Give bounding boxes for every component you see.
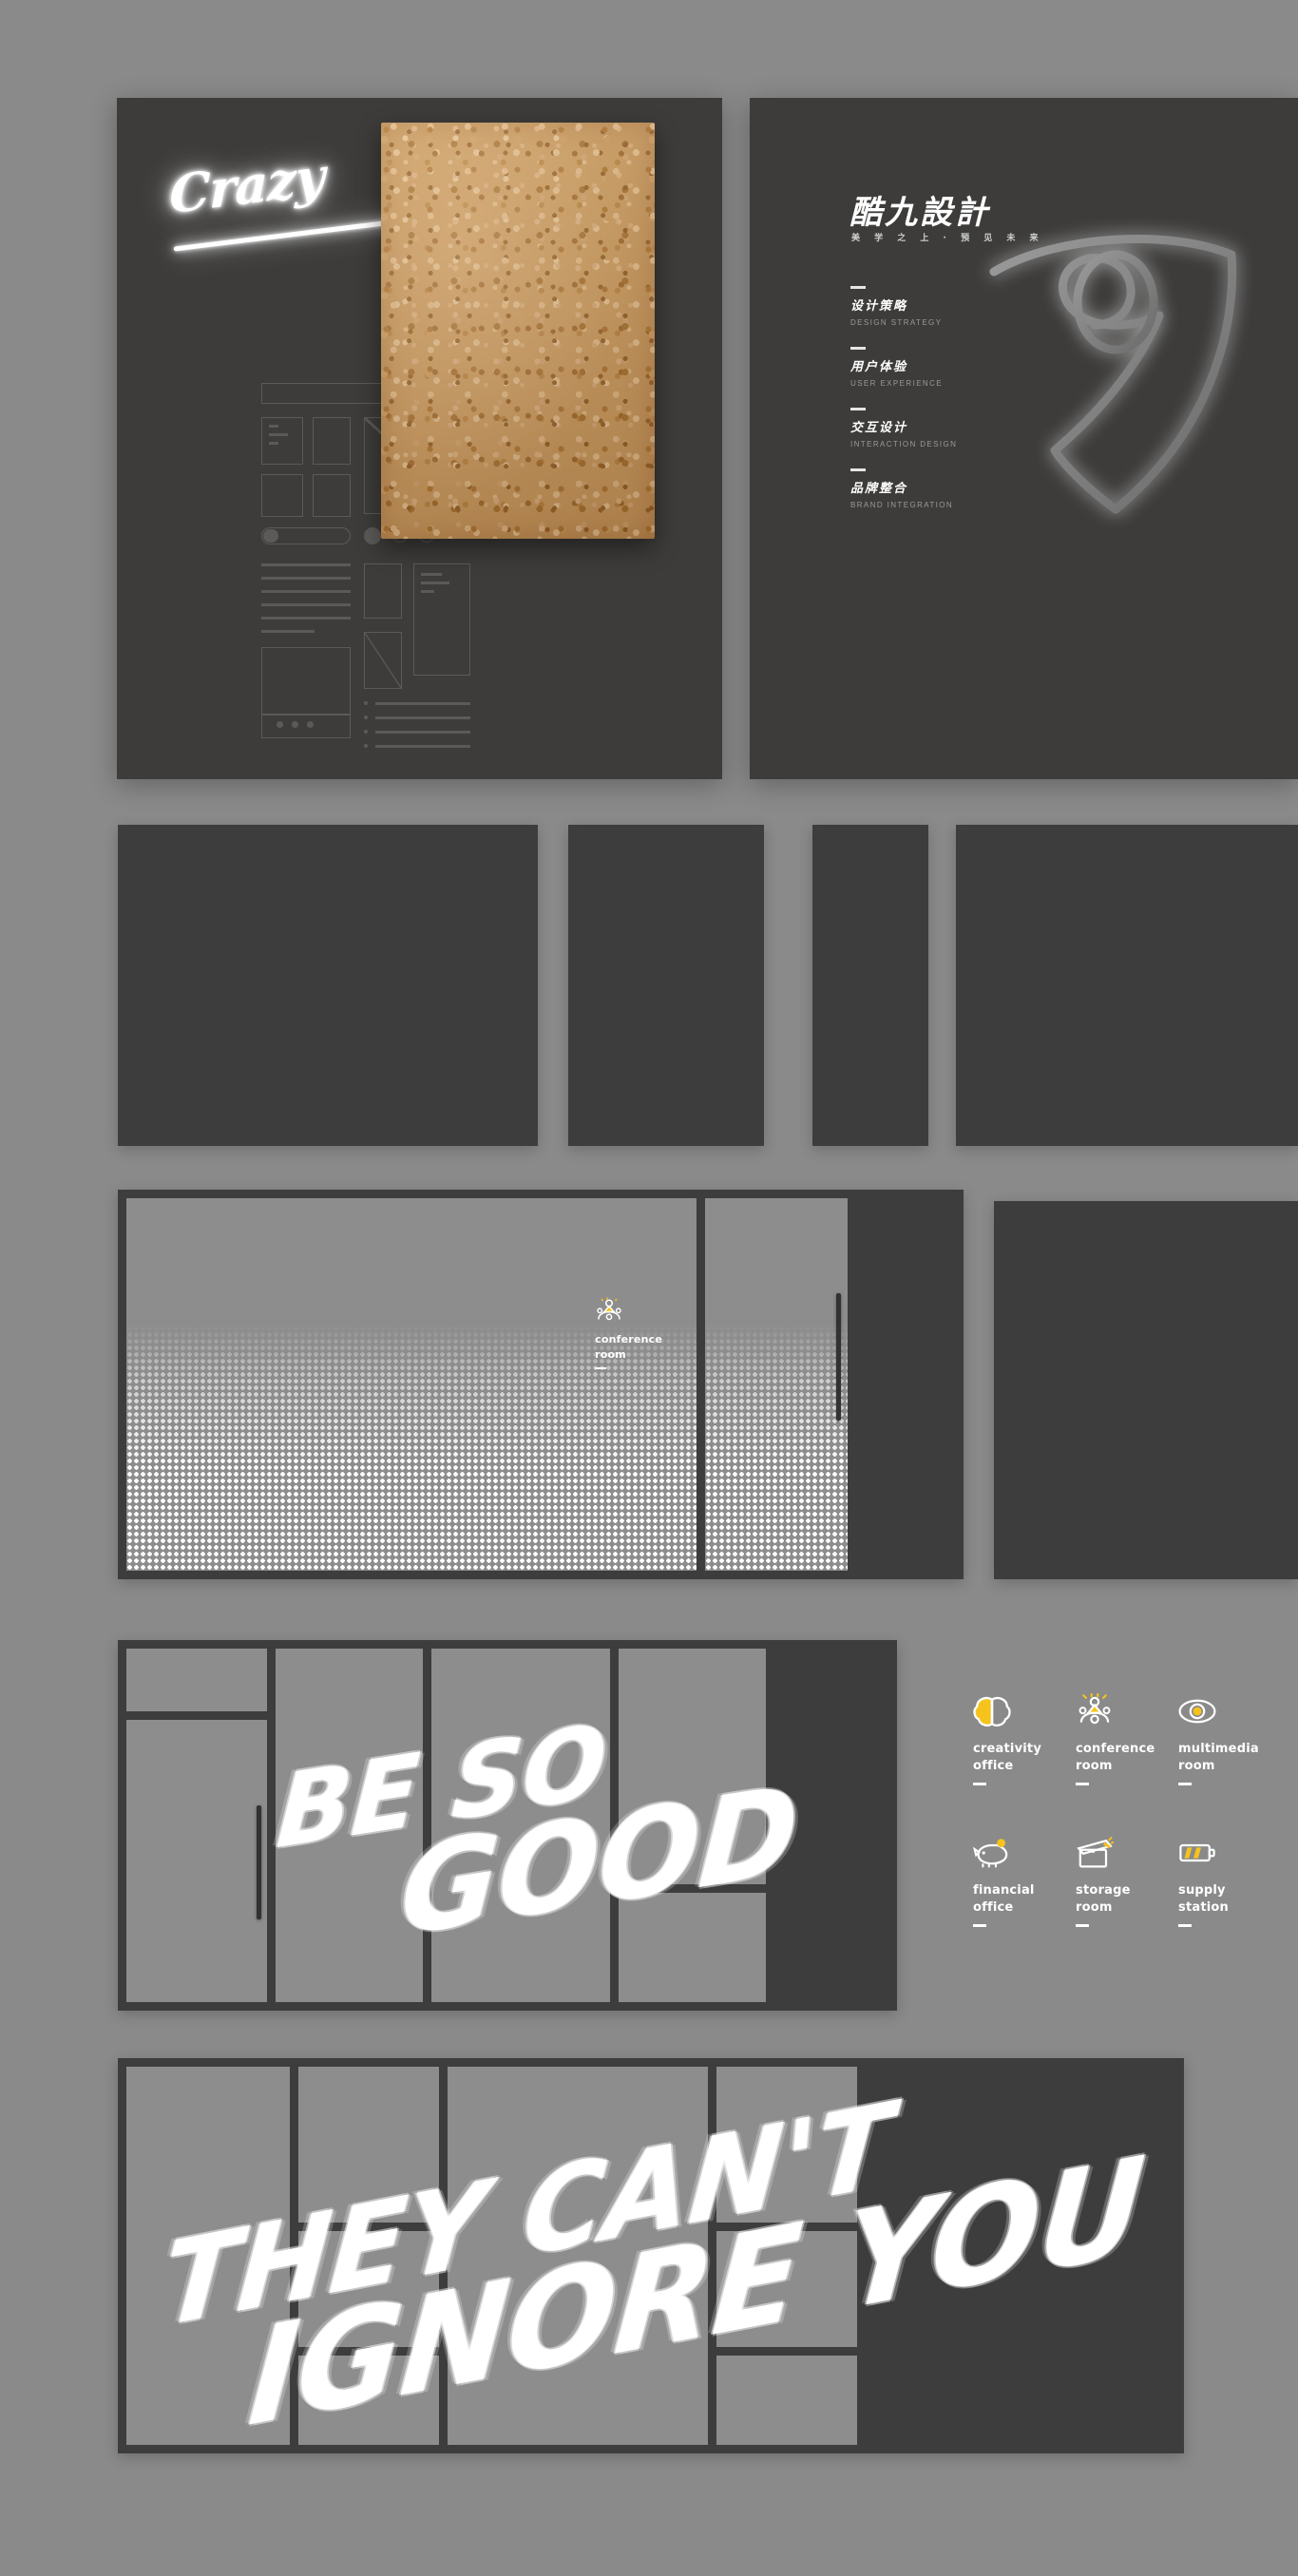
service-label-en: BRAND INTEGRATION [850, 500, 954, 509]
legend-item-creativity-office: creativity office [973, 1693, 1062, 1786]
neon-underline-swash [173, 219, 401, 252]
door-handle[interactable] [257, 1805, 261, 1919]
glass-pane [298, 2067, 439, 2223]
service-label-cn: 交互设计 [850, 420, 908, 435]
brand-title-cn: 酷九設計 [849, 194, 990, 232]
legend-item-financial-office: financial office [973, 1835, 1062, 1928]
glass-pane [448, 2067, 708, 2445]
door-handle[interactable] [836, 1293, 841, 1421]
poster-row: Crazy 酷九設計 美 学 之 上 · 預 见 未 来 设计策略 DESIGN… [0, 0, 1298, 798]
neon-word: Crazy [169, 144, 325, 226]
partition-multimedia[interactable]: multimedia room [118, 825, 538, 1146]
partition-single-door[interactable] [812, 825, 928, 1146]
legend-dash [1178, 1924, 1192, 1928]
glass-transom [298, 2356, 439, 2445]
sign-dash [595, 1366, 607, 1370]
legend-item-supply-station: supply station [1178, 1835, 1268, 1928]
service-rule [850, 347, 866, 350]
service-item-0: 设计策略 DESIGN STRATEGY [850, 286, 942, 329]
service-label-cn: 品牌整合 [850, 481, 908, 496]
partition-slogan-ignore-you[interactable] [118, 2058, 1184, 2453]
logo-nine [973, 217, 1249, 521]
glass-transom [126, 1649, 267, 1711]
glass-pane [298, 2231, 439, 2347]
glass-pane [431, 1649, 610, 2002]
glass-pane [716, 2231, 857, 2347]
legend-item-storage-room: storage room [1076, 1835, 1165, 1928]
neon-sign: Crazy [169, 145, 416, 269]
service-rule [850, 408, 866, 410]
glass-pane [126, 2067, 290, 2445]
legend-label: creativity office [973, 1742, 1041, 1773]
partition-financial[interactable]: financial office [994, 1201, 1298, 1579]
storage-box-icon [1076, 1835, 1114, 1871]
service-item-2: 交互设计 INTERACTION DESIGN [850, 408, 957, 450]
legend-label: storage room [1076, 1883, 1131, 1915]
glass-transom [619, 1893, 766, 2002]
sign-conference-room: conference room [595, 1297, 662, 1370]
service-label-en: DESIGN STRATEGY [850, 317, 943, 327]
partition-creativity[interactable]: creativity office [956, 825, 1298, 1146]
partition-door-pair-a[interactable] [568, 825, 764, 1146]
sign-label: conference room [595, 1333, 662, 1361]
service-label-en: INTERACTION DESIGN [850, 439, 958, 448]
legend-label: multimedia room [1178, 1742, 1259, 1773]
partition-slogan-be-so-good[interactable] [118, 1640, 897, 2011]
brand-subtitle-cn: 美 学 之 上 · 預 见 未 来 [851, 234, 1044, 243]
battery-icon [1178, 1835, 1216, 1871]
glass-door[interactable] [126, 1720, 267, 2002]
brain-icon [973, 1693, 1011, 1729]
legend-dash [973, 1783, 986, 1786]
piggy-bank-icon [973, 1835, 1011, 1871]
legend-dash [1178, 1783, 1192, 1786]
partition-conference[interactable]: conference room [118, 1190, 964, 1579]
service-item-1: 用户体验 USER EXPERIENCE [850, 347, 943, 390]
service-label-cn: 用户体验 [850, 359, 908, 374]
glass-pane [276, 1649, 423, 2002]
legend-item-conference-room: conference room [1076, 1693, 1165, 1786]
legend-label: financial office [973, 1883, 1035, 1915]
service-label-en: USER EXPERIENCE [850, 378, 944, 388]
legend-dash [1076, 1783, 1089, 1786]
frosted-halftone [705, 1325, 848, 1571]
glass-pane-wide: conference room [126, 1198, 697, 1571]
service-item-3: 品牌整合 BRAND INTEGRATION [850, 468, 953, 511]
service-rule [850, 468, 866, 471]
icon-legend: creativity office conference room multim… [973, 1693, 1268, 1928]
glass-door[interactable] [705, 1198, 848, 1571]
glass-transom [716, 2356, 857, 2445]
legend-dash [973, 1924, 986, 1928]
legend-dash [1076, 1924, 1089, 1928]
legend-item-multimedia-room: multimedia room [1178, 1693, 1268, 1786]
legend-label: supply station [1178, 1883, 1229, 1915]
service-rule [850, 286, 866, 289]
glass-pane [716, 2067, 857, 2223]
glass-pane [619, 1649, 766, 1884]
meeting-icon [595, 1297, 623, 1326]
poster-brand[interactable]: 酷九設計 美 学 之 上 · 預 见 未 来 设计策略 DESIGN STRAT… [750, 98, 1298, 779]
cork-board [381, 123, 655, 539]
meeting-icon [1076, 1693, 1114, 1729]
poster-crazy[interactable]: Crazy [117, 98, 722, 779]
legend-label: conference room [1076, 1742, 1155, 1773]
service-label-cn: 设计策略 [850, 298, 908, 314]
eye-icon [1178, 1693, 1216, 1729]
